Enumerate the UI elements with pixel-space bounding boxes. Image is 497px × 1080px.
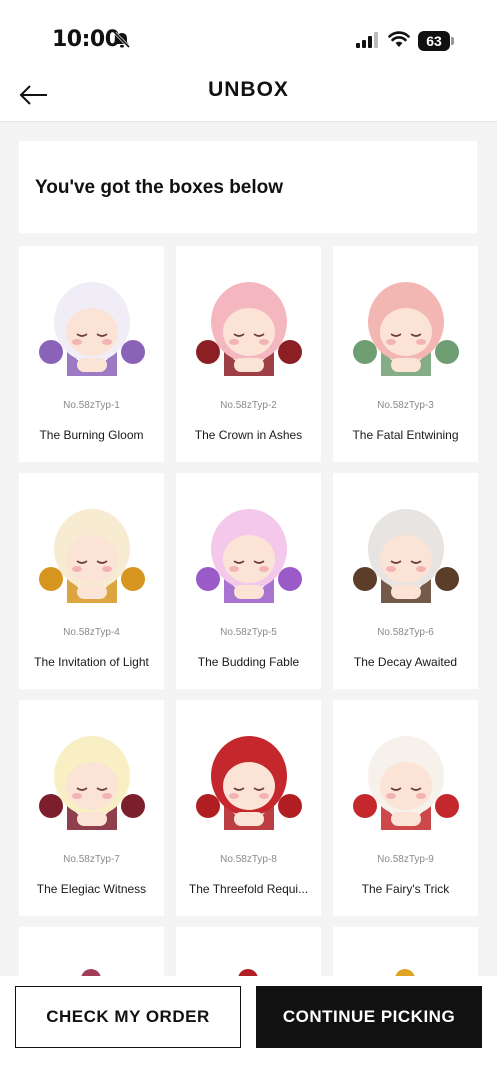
box-code: No.58zTyp-1 — [63, 400, 120, 411]
status-time: 10:00 — [52, 27, 120, 52]
box-code: No.58zTyp-3 — [377, 400, 434, 411]
signal-icon — [356, 32, 378, 48]
box-code: No.58zTyp-2 — [220, 400, 277, 411]
box-card[interactable]: No.58zTyp-4 The Invitation of Light — [19, 473, 164, 689]
box-card[interactable]: No.58zTyp-1 The Burning Gloom — [19, 246, 164, 462]
figure-image — [196, 736, 302, 830]
box-name: The Budding Fable — [197, 655, 300, 669]
figure-image — [353, 282, 459, 376]
box-name: The Burning Gloom — [39, 428, 144, 442]
figure-image — [39, 282, 145, 376]
box-name: The Fairy's Trick — [361, 882, 450, 896]
box-name: The Invitation of Light — [34, 655, 149, 669]
heading-card: You've got the boxes below — [19, 141, 477, 233]
battery-percent: 63 — [426, 33, 442, 49]
box-card[interactable]: No.58zTyp-2 The Crown in Ashes — [176, 246, 321, 462]
box-code: No.58zTyp-5 — [220, 627, 277, 638]
box-code: No.58zTyp-7 — [63, 854, 120, 865]
box-code: No.58zTyp-8 — [220, 854, 277, 865]
nav-bar: UNBOX — [0, 72, 497, 122]
box-code: No.58zTyp-9 — [377, 854, 434, 865]
wifi-icon — [388, 31, 410, 47]
box-code: No.58zTyp-6 — [377, 627, 434, 638]
box-card[interactable]: No.58zTyp-3 The Fatal Entwining — [333, 246, 478, 462]
box-code: No.58zTyp-4 — [63, 627, 120, 638]
status-bar: 10:00 63 — [0, 0, 497, 72]
bottom-action-bar: CHECK MY ORDER CONTINUE PICKING — [0, 976, 497, 1080]
box-card[interactable]: No.58zTyp-8 The Threefold Requi... — [176, 700, 321, 916]
box-name: The Crown in Ashes — [194, 428, 303, 442]
figure-image — [39, 736, 145, 830]
box-name: The Elegiac Witness — [36, 882, 147, 896]
figure-image — [353, 736, 459, 830]
box-name: The Threefold Requi... — [188, 882, 309, 896]
battery-icon: 63 — [418, 31, 454, 51]
box-card[interactable]: No.58zTyp-7 The Elegiac Witness — [19, 700, 164, 916]
box-name: The Fatal Entwining — [352, 428, 459, 442]
figure-image — [196, 509, 302, 603]
figure-image — [353, 509, 459, 603]
continue-picking-button[interactable]: CONTINUE PICKING — [256, 986, 482, 1048]
box-card[interactable]: No.58zTyp-5 The Budding Fable — [176, 473, 321, 689]
boxes-heading: You've got the boxes below — [35, 177, 284, 198]
page-title: UNBOX — [208, 78, 289, 101]
box-card[interactable]: No.58zTyp-6 The Decay Awaited — [333, 473, 478, 689]
figure-image — [196, 282, 302, 376]
figure-image — [39, 509, 145, 603]
bell-slash-icon — [113, 31, 131, 49]
box-card[interactable]: No.58zTyp-9 The Fairy's Trick — [333, 700, 478, 916]
check-my-order-button[interactable]: CHECK MY ORDER — [15, 986, 241, 1048]
box-name: The Decay Awaited — [353, 655, 458, 669]
